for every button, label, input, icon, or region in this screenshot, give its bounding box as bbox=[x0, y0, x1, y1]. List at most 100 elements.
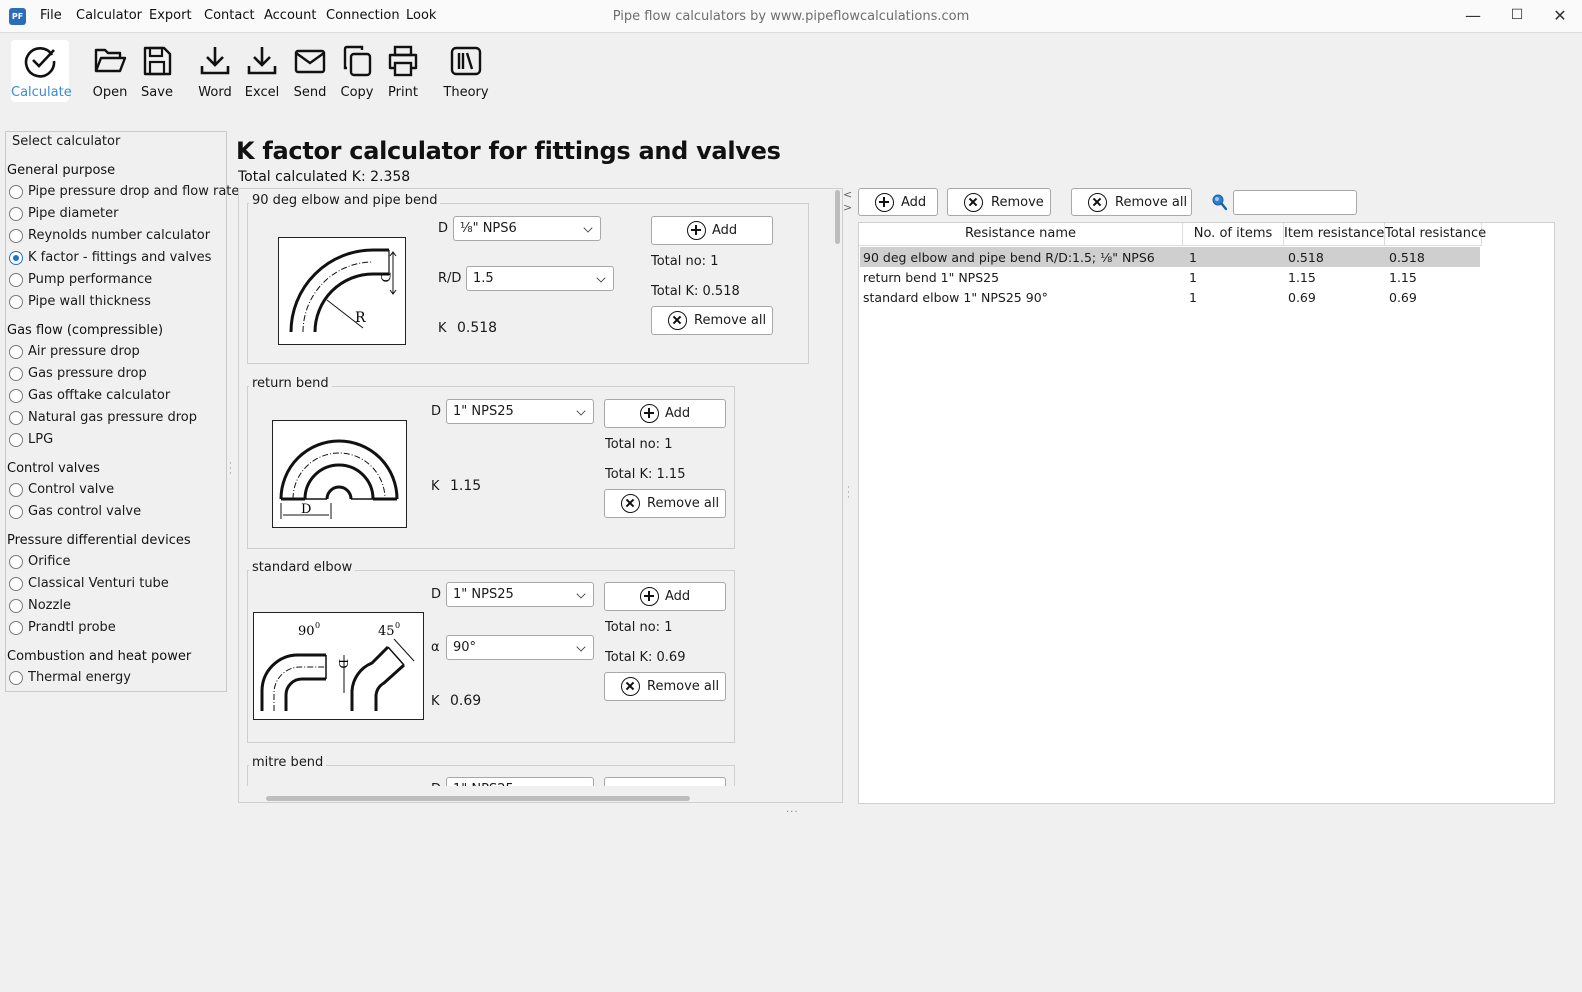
menu-connection[interactable]: Connection bbox=[326, 8, 400, 23]
standard-elbow-90-label: 90 bbox=[298, 624, 315, 639]
group-general-purpose: General purpose bbox=[7, 163, 116, 178]
remove-label: Remove bbox=[991, 195, 1044, 210]
menu-file[interactable]: File bbox=[40, 8, 62, 23]
return-bend-d-symbol: D bbox=[301, 502, 311, 517]
standard-elbow-add-button[interactable]: Add bbox=[604, 582, 726, 611]
return-bend-diameter-value: 1" NPS25 bbox=[453, 404, 514, 419]
elbow-rd-label: R/D bbox=[438, 271, 462, 286]
close-button[interactable]: ✕ bbox=[1538, 0, 1582, 33]
return-bend-k-label: K bbox=[431, 479, 440, 494]
excel-export-button[interactable]: Excel bbox=[242, 40, 282, 102]
fittings-scroll-area[interactable]: 90 deg elbow and pipe bend D R D ⅛" NPS6… bbox=[238, 188, 843, 803]
return-bend-title: return bend bbox=[249, 376, 332, 391]
column-header-total-resistance[interactable]: Total resistance bbox=[1385, 223, 1486, 246]
menu-look[interactable]: Look bbox=[406, 8, 436, 23]
printer-icon bbox=[388, 45, 418, 77]
cell-resistance-name: 90 deg elbow and pipe bend R/D:1.5; ⅛" N… bbox=[863, 250, 1155, 265]
check-circle-icon bbox=[24, 47, 56, 78]
elbow-total-k: Total K: 0.518 bbox=[651, 284, 740, 299]
column-header-item-resistance[interactable]: Item resistance bbox=[1284, 223, 1385, 246]
column-header-resistance-name[interactable]: Resistance name bbox=[859, 223, 1183, 246]
return-bend-add-button[interactable]: Add bbox=[604, 399, 726, 428]
plus-circle-icon bbox=[687, 221, 706, 240]
download-icon bbox=[200, 47, 230, 75]
radio-circle-icon bbox=[9, 367, 23, 381]
theory-button[interactable]: Theory bbox=[442, 40, 490, 102]
radio-circle-icon bbox=[9, 229, 23, 243]
table-row[interactable]: return bend 1" NPS25 1 1.15 1.15 bbox=[860, 267, 1480, 287]
menu-contact[interactable]: Contact bbox=[204, 8, 255, 23]
vertical-scrollbar[interactable] bbox=[835, 190, 840, 244]
bottom-splitter-handle[interactable]: ··· bbox=[786, 807, 799, 818]
word-export-button[interactable]: Word bbox=[194, 40, 236, 102]
elbow-k-label: K bbox=[438, 321, 447, 336]
calculate-label: Calculate bbox=[11, 85, 72, 100]
elbow-add-button[interactable]: Add bbox=[651, 216, 773, 245]
radio-label: Pump performance bbox=[28, 272, 153, 287]
return-bend-k-value: 1.15 bbox=[450, 478, 482, 494]
degree-symbol: 0 bbox=[315, 621, 320, 630]
resistance-table: Resistance name No. of items Item resist… bbox=[858, 222, 1555, 804]
radio-label: Nozzle bbox=[28, 598, 71, 613]
menu-calculator[interactable]: Calculator bbox=[76, 8, 142, 23]
copy-button[interactable]: Copy bbox=[337, 40, 377, 102]
menu-account[interactable]: Account bbox=[264, 8, 317, 23]
open-button[interactable]: Open bbox=[89, 40, 131, 102]
results-remove-button[interactable]: Remove bbox=[947, 188, 1051, 216]
horizontal-scrollbar[interactable] bbox=[266, 796, 690, 801]
floppy-icon bbox=[143, 46, 172, 76]
radio-label: Pipe wall thickness bbox=[28, 294, 151, 309]
minimize-button[interactable]: — bbox=[1451, 0, 1495, 33]
group-gas-flow: Gas flow (compressible) bbox=[7, 323, 164, 338]
collapse-arrows-icon[interactable]: < > bbox=[843, 188, 852, 214]
radio-circle-icon bbox=[9, 411, 23, 425]
return-bend-remove-all-button[interactable]: Remove all bbox=[604, 489, 726, 518]
send-label: Send bbox=[293, 85, 327, 100]
elbow-rd-select[interactable]: 1.5 bbox=[466, 266, 614, 291]
results-add-button[interactable]: Add bbox=[858, 188, 938, 216]
radio-label: LPG bbox=[28, 432, 54, 447]
add-label: Add bbox=[665, 589, 691, 604]
radio-label: Gas pressure drop bbox=[28, 366, 147, 381]
menu-export[interactable]: Export bbox=[149, 8, 192, 23]
radio-label: Classical Venturi tube bbox=[28, 576, 169, 591]
send-button[interactable]: Send bbox=[290, 40, 330, 102]
right-splitter-handle[interactable]: · · · bbox=[847, 484, 850, 503]
search-input[interactable] bbox=[1233, 190, 1357, 215]
add-label: Add bbox=[665, 406, 691, 421]
standard-elbow-diagram: D 90 0 45 0 bbox=[253, 612, 424, 720]
standard-elbow-angle-select[interactable]: 90° bbox=[446, 635, 594, 660]
table-row[interactable]: 90 deg elbow and pipe bend R/D:1.5; ⅛" N… bbox=[860, 247, 1480, 267]
page-title: K factor calculator for fittings and val… bbox=[236, 137, 781, 165]
cell-item-resistance: 0.518 bbox=[1288, 250, 1324, 265]
radio-circle-icon bbox=[9, 555, 23, 569]
column-header-no-of-items[interactable]: No. of items bbox=[1183, 223, 1284, 246]
radio-label: Control valve bbox=[28, 482, 115, 497]
radio-label: Thermal energy bbox=[28, 670, 131, 685]
elbow-total-no: Total no: 1 bbox=[651, 254, 719, 269]
radio-label: Prandtl probe bbox=[28, 620, 116, 635]
results-remove-all-button[interactable]: Remove all bbox=[1071, 188, 1192, 216]
sidebar-splitter-handle[interactable]: · · · bbox=[229, 460, 233, 479]
download-icon bbox=[247, 47, 277, 75]
save-button[interactable]: Save bbox=[138, 40, 176, 102]
return-bend-diameter-select[interactable]: 1" NPS25 bbox=[446, 399, 594, 424]
group-control-valves: Control valves bbox=[7, 461, 100, 476]
standard-elbow-diameter-select[interactable]: 1" NPS25 bbox=[446, 582, 594, 607]
chevron-down-icon bbox=[576, 589, 586, 599]
print-button[interactable]: Print bbox=[384, 40, 422, 102]
cell-item-resistance: 0.69 bbox=[1288, 290, 1316, 305]
cell-resistance-name: return bend 1" NPS25 bbox=[863, 270, 1000, 285]
close-circle-icon bbox=[668, 311, 687, 330]
calculate-button[interactable]: Calculate bbox=[11, 40, 72, 102]
cell-total-resistance: 1.15 bbox=[1389, 270, 1417, 285]
close-circle-icon bbox=[621, 494, 640, 513]
elbow-diameter-select[interactable]: ⅛" NPS6 bbox=[453, 216, 601, 241]
table-row[interactable]: standard elbow 1" NPS25 90° 1 0.69 0.69 bbox=[860, 287, 1480, 307]
elbow-remove-all-button[interactable]: Remove all bbox=[651, 306, 773, 335]
maximize-button[interactable]: ☐ bbox=[1495, 0, 1539, 33]
elbow-d-label: D bbox=[438, 221, 449, 236]
standard-elbow-diameter-value: 1" NPS25 bbox=[453, 587, 514, 602]
standard-elbow-remove-all-button[interactable]: Remove all bbox=[604, 672, 726, 701]
title-bar: PF File Calculator Export Contact Accoun… bbox=[0, 0, 1582, 33]
